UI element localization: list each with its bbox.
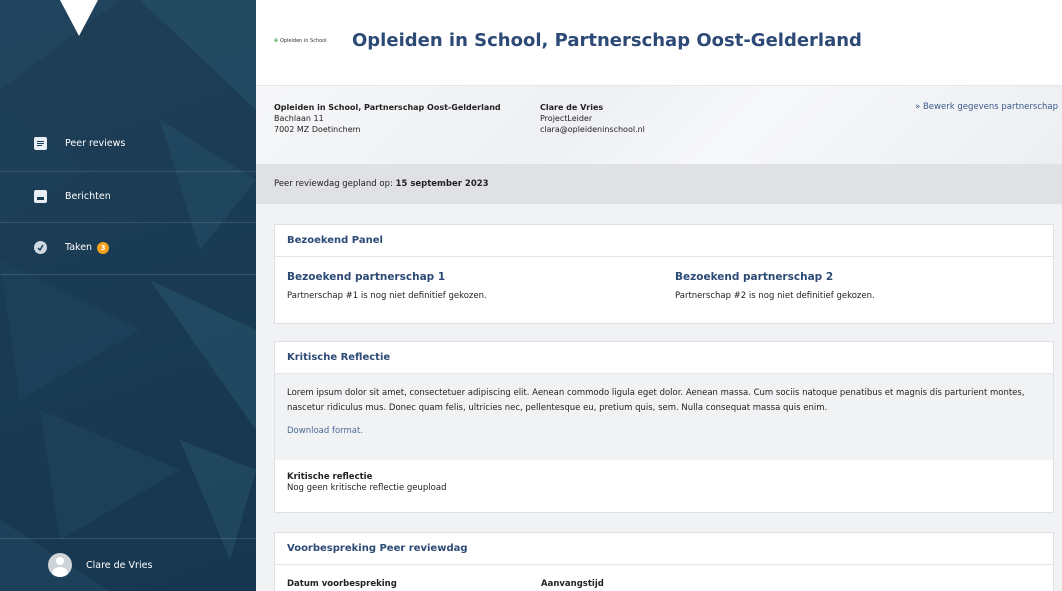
- sidebar-background-pattern: [0, 0, 256, 591]
- org-name: Opleiden in School, Partnerschap Oost-Ge…: [274, 103, 501, 112]
- page-title: Opleiden in School, Partnerschap Oost-Ge…: [352, 30, 862, 51]
- reflection-description: Lorem ipsum dolor sit amet, consectetuer…: [275, 374, 1053, 460]
- sidebar: Peer reviews Berichten Taken 3 Clare de …: [0, 0, 256, 591]
- reflection-sub-heading: Kritische reflectie: [287, 472, 373, 482]
- card-title: Bezoekend Panel: [275, 225, 1053, 257]
- sidebar-item-berichten[interactable]: Berichten: [0, 171, 256, 221]
- start-time-label: Aanvangstijd: [541, 579, 604, 589]
- contact-email: clara@opleideninschool.nl: [540, 125, 645, 134]
- tasks-count-badge: 3: [97, 241, 110, 254]
- schedule-label: Peer reviewdag gepland op:: [274, 179, 393, 189]
- divider: [0, 274, 256, 275]
- partnership-2-heading: Bezoekend partnerschap 2: [675, 271, 834, 283]
- sidebar-item-label: Taken: [65, 242, 93, 253]
- reflection-status: Kritische reflectie Nog geen kritische r…: [275, 460, 1053, 512]
- schedule-date: 15 september 2023: [395, 179, 489, 189]
- partnership-2-text: Partnerschap #2 is nog niet definitief g…: [675, 291, 875, 301]
- sidebar-item-peer-reviews[interactable]: Peer reviews: [0, 118, 256, 168]
- critical-reflection-card: Kritische Reflectie Lorem ipsum dolor si…: [274, 341, 1054, 513]
- visiting-partnership-2: Bezoekend partnerschap 2 Partnerschap #2…: [675, 271, 875, 301]
- download-format-link[interactable]: Download format.: [287, 424, 1041, 439]
- brand-logo-small: ✤ Opleiden in School: [274, 38, 327, 44]
- main-content: ✤ Opleiden in School Opleiden in School,…: [256, 0, 1062, 591]
- city: 7002 MZ Doetinchem: [274, 125, 361, 134]
- pre-meeting-card: Voorbespreking Peer reviewdag Datum voor…: [274, 532, 1054, 591]
- document-icon: [34, 136, 47, 150]
- card-title: Kritische Reflectie: [275, 342, 1053, 374]
- partnership-1-heading: Bezoekend partnerschap 1: [287, 271, 446, 283]
- reflection-sub-text: Nog geen kritische reflectie geupload: [287, 483, 447, 493]
- sidebar-item-label: Berichten: [65, 191, 111, 202]
- user-profile[interactable]: Clare de Vries: [0, 538, 256, 591]
- schedule-band: Peer reviewdag gepland op: 15 september …: [256, 164, 1062, 204]
- meeting-date-label: Datum voorbespreking: [287, 579, 397, 589]
- inbox-icon: [34, 190, 47, 203]
- contact-block: Clare de Vries ProjectLeider clara@oplei…: [540, 102, 645, 135]
- contact-role: ProjectLeider: [540, 114, 593, 123]
- sidebar-item-taken[interactable]: Taken 3: [0, 222, 256, 272]
- address-block: Opleiden in School, Partnerschap Oost-Ge…: [274, 102, 501, 135]
- partnership-1-text: Partnerschap #1 is nog niet definitief g…: [287, 291, 487, 301]
- visiting-panel-card: Bezoekend Panel Bezoekend partnerschap 1…: [274, 224, 1054, 324]
- user-name: Clare de Vries: [86, 559, 153, 571]
- logo[interactable]: [60, 0, 98, 36]
- partnership-info: Opleiden in School, Partnerschap Oost-Ge…: [256, 86, 1062, 164]
- reflection-body: Lorem ipsum dolor sit amet, consectetuer…: [287, 388, 1025, 413]
- check-circle-icon: [34, 241, 47, 254]
- street: Bachlaan 11: [274, 114, 324, 123]
- page-header: ✤ Opleiden in School Opleiden in School,…: [256, 0, 1062, 86]
- edit-partnership-link[interactable]: » Bewerk gegevens partnerschap: [915, 102, 1058, 112]
- card-title: Voorbespreking Peer reviewdag: [275, 533, 1053, 565]
- sidebar-item-label: Peer reviews: [65, 137, 126, 149]
- contact-name: Clare de Vries: [540, 103, 604, 112]
- avatar: [48, 553, 72, 577]
- visiting-partnership-1: Bezoekend partnerschap 1 Partnerschap #1…: [287, 271, 487, 301]
